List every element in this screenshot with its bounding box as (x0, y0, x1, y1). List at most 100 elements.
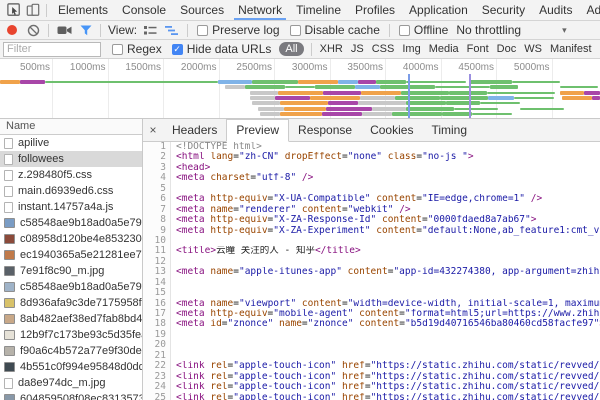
waterfall-bar (20, 80, 45, 84)
filter-type-xhr[interactable]: XHR (320, 43, 343, 55)
line-code: <meta http-equiv="X-ZA-Experiment" conte… (171, 226, 600, 236)
request-row[interactable]: da8e974dc_m.jpg (0, 375, 142, 391)
source-line: 24<link rel="apple-touch-icon" href="htt… (143, 382, 600, 392)
filter-type-doc[interactable]: Doc (497, 43, 517, 55)
line-code (171, 288, 600, 298)
network-overview[interactable]: 500ms1000ms1500ms2000ms2500ms3000ms3500m… (0, 59, 600, 119)
detail-tab-preview[interactable]: Preview (226, 119, 289, 142)
request-row[interactable]: c58548ae9b18ad0a5e79fe4e... (0, 279, 142, 295)
request-row[interactable]: z.298480f5.css (0, 167, 142, 183)
close-detail-icon[interactable]: × (143, 120, 163, 141)
timeline-tick-label: 500ms (0, 62, 50, 73)
request-name: c58548ae9b18ad0a5e79fe4e... (20, 281, 142, 293)
throttling-dropdown-arrow-icon[interactable]: ▾ (562, 25, 567, 36)
disable-cache-checkbox-box[interactable] (290, 25, 301, 36)
filter-type-ws[interactable]: WS (524, 43, 542, 55)
waterfall-bar (562, 96, 592, 100)
timeline-tick-label: 1000ms (56, 62, 106, 73)
line-code: <!DOCTYPE html> (171, 142, 600, 152)
preview-source-view[interactable]: 1<!DOCTYPE html>2<html lang="zh-CN" drop… (143, 142, 600, 400)
request-row[interactable]: 604859508f08ec8313573f0e7... (0, 391, 142, 400)
hide-data-urls-checkbox[interactable]: ✓Hide data URLs (172, 42, 272, 56)
tab-elements[interactable]: Elements (51, 0, 115, 20)
filter-type-js[interactable]: JS (351, 43, 364, 55)
waterfall-bar (392, 112, 442, 116)
tab-network[interactable]: Network (231, 0, 289, 20)
request-row[interactable]: 7e91f8c90_m.jpg (0, 263, 142, 279)
tab-security[interactable]: Security (475, 0, 532, 20)
tab-audits[interactable]: Audits (532, 0, 579, 20)
request-row[interactable]: 4b551c0f994e95848d0dda09... (0, 359, 142, 375)
source-line: 20 (143, 340, 600, 350)
source-line: 5 (143, 184, 600, 194)
disable-cache-checkbox[interactable]: Disable cache (290, 23, 380, 37)
device-toolbar-icon[interactable] (23, 1, 42, 19)
line-code: <head> (171, 163, 600, 173)
regex-checkbox[interactable]: Regex (112, 42, 162, 56)
image-file-icon (4, 314, 15, 324)
request-row[interactable]: main.d6939ed6.css (0, 183, 142, 199)
filter-type-media[interactable]: Media (429, 43, 459, 55)
waterfall-view-icon[interactable] (165, 25, 179, 36)
filter-type-img[interactable]: Img (402, 43, 420, 55)
request-name: 7e91f8c90_m.jpg (20, 265, 104, 277)
clear-icon[interactable] (27, 24, 40, 37)
tab-timeline[interactable]: Timeline (289, 0, 348, 20)
request-name: 12b9f7c173be93c5d35fea2d... (20, 329, 142, 341)
request-row[interactable]: c58548ae9b18ad0a5e79fe4e... (0, 215, 142, 231)
timeline-gridline (219, 59, 220, 118)
image-file-icon (4, 282, 15, 292)
request-name: 4b551c0f994e95848d0dda09... (20, 361, 142, 373)
offline-checkbox-slot: Offline (394, 23, 453, 37)
image-file-icon (4, 218, 15, 228)
document-file-icon (4, 138, 13, 149)
request-name: 8ab482aef38ed7fab8bd4314... (20, 313, 142, 325)
line-code (171, 184, 600, 194)
timeline-tick-label: 3500ms (333, 62, 383, 73)
preserve-log-checkbox-box[interactable] (197, 25, 208, 36)
tab-sources[interactable]: Sources (173, 0, 231, 20)
filter-type-all[interactable]: All (279, 42, 303, 56)
tab-profiles[interactable]: Profiles (348, 0, 402, 20)
request-name: instant.14757a4a.js (18, 201, 113, 213)
offline-checkbox-box[interactable] (399, 25, 410, 36)
detail-tab-cookies[interactable]: Cookies (361, 120, 422, 141)
devtools-tabbar: ElementsConsoleSourcesNetworkTimelinePro… (0, 0, 600, 21)
preserve-log-checkbox[interactable]: Preserve log (197, 23, 279, 37)
request-row[interactable]: followees (0, 151, 142, 167)
request-row[interactable]: 8ab482aef38ed7fab8bd4314... (0, 311, 142, 327)
record-button[interactable] (7, 25, 17, 35)
waterfall-bar (395, 96, 440, 100)
filter-type-manifest[interactable]: Manifest (550, 43, 592, 55)
filter-funnel-icon[interactable] (80, 25, 92, 36)
offline-checkbox[interactable]: Offline (399, 23, 448, 37)
name-column-header[interactable]: Name (0, 119, 142, 135)
waterfall-bar (310, 96, 360, 100)
toolbar-separator (389, 24, 390, 37)
request-row[interactable]: instant.14757a4a.js (0, 199, 142, 215)
view-list-icon[interactable] (144, 25, 157, 36)
filter-type-css[interactable]: CSS (372, 43, 395, 55)
detail-tab-timing[interactable]: Timing (422, 120, 476, 141)
tab-console[interactable]: Console (115, 0, 173, 20)
tab-application[interactable]: Application (402, 0, 475, 20)
filter-input[interactable] (3, 42, 101, 57)
request-row[interactable]: apilive (0, 135, 142, 151)
request-row[interactable]: c08958d120be4e853230649... (0, 231, 142, 247)
screenshot-capture-icon[interactable] (57, 24, 72, 36)
filter-type-font[interactable]: Font (467, 43, 489, 55)
request-row[interactable]: 8d936afa9c3de7175958fae5... (0, 295, 142, 311)
tab-adblock-plus[interactable]: Adblock Plus (579, 0, 600, 20)
detail-tab-headers[interactable]: Headers (163, 120, 226, 141)
source-line: 11<title>云瞳 关注的人 - 知乎</title> (143, 246, 600, 256)
inspect-element-icon[interactable] (4, 1, 23, 19)
detail-tab-response[interactable]: Response (289, 120, 361, 141)
request-row[interactable]: f90a6c4b572a77e9f30de153... (0, 343, 142, 359)
regex-checkbox-box[interactable] (112, 44, 123, 55)
line-code: <meta http-equiv="X-ZA-Response-Id" cont… (171, 215, 600, 225)
throttling-select[interactable]: No throttling (456, 23, 521, 37)
image-file-icon (4, 234, 15, 244)
request-row[interactable]: 12b9f7c173be93c5d35fea2d... (0, 327, 142, 343)
hide-data-urls-checkbox-box[interactable]: ✓ (172, 44, 183, 55)
request-row[interactable]: ec1940365a5e21281ee71856... (0, 247, 142, 263)
